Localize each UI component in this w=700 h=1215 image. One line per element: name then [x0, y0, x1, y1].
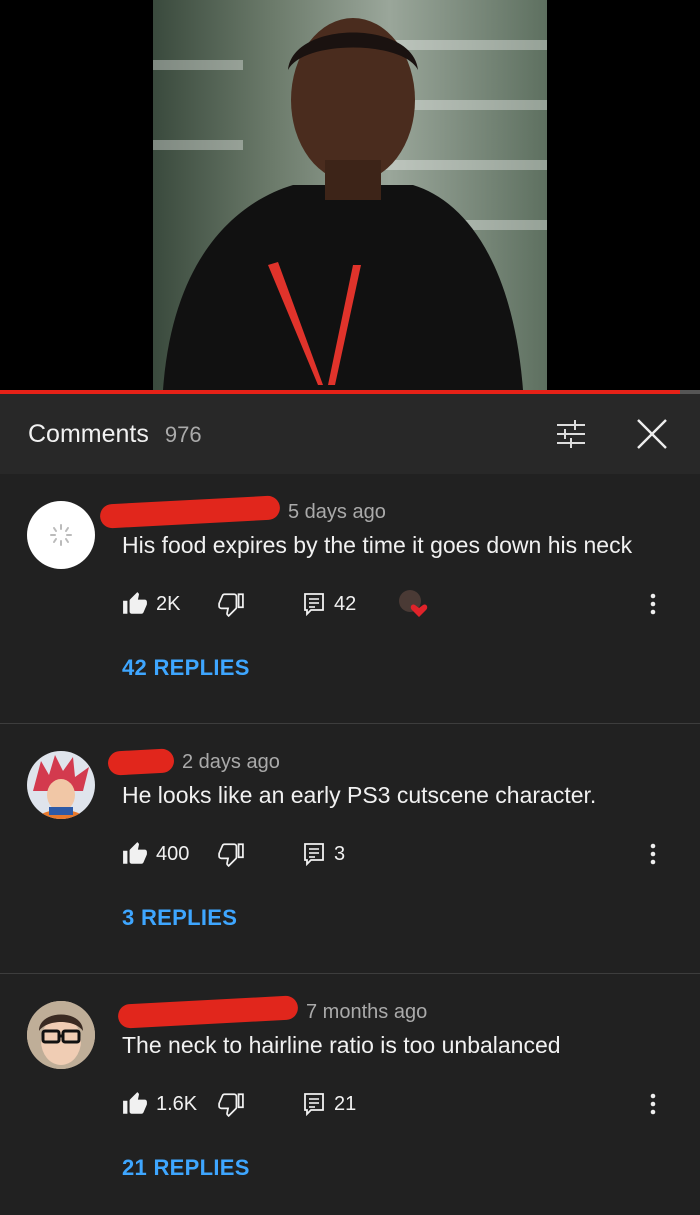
comments-title: Comments: [28, 419, 149, 448]
dislike-icon: [218, 1093, 244, 1117]
comment-text: The neck to hairline ratio is too unbala…: [122, 1032, 561, 1058]
video-frame: [153, 0, 547, 390]
dislike-icon: [218, 593, 244, 617]
more-options-icon[interactable]: [644, 1089, 662, 1119]
comment-text: He looks like an early PS3 cutscene char…: [122, 782, 597, 808]
like-icon: [123, 1092, 147, 1114]
comment-actions: 2K 42: [122, 589, 682, 619]
reply-count: 42: [334, 592, 357, 615]
like-count: 1.6K: [156, 1092, 198, 1115]
reply-icon: [304, 1093, 324, 1116]
view-replies-link[interactable]: 42 REPLIES: [122, 655, 250, 681]
more-options-icon[interactable]: [644, 589, 662, 619]
like-icon: [123, 842, 147, 864]
comment-actions: 400 3: [122, 839, 682, 869]
view-replies-link[interactable]: 3 REPLIES: [122, 905, 237, 931]
comment-meta: 2 days ago: [107, 748, 280, 776]
person-avatar[interactable]: [27, 1001, 95, 1069]
creator-heart-icon: [399, 590, 428, 617]
reply-icon: [304, 843, 324, 866]
comment-meta: 7 months ago: [117, 995, 428, 1029]
close-icon[interactable]: [634, 416, 670, 452]
reply-count: 21: [334, 1092, 357, 1115]
anime-avatar[interactable]: [27, 751, 95, 819]
reply-button[interactable]: 21: [302, 1089, 356, 1119]
like-button[interactable]: 400: [122, 839, 189, 869]
comment-time: 7 months ago: [306, 1000, 428, 1023]
comment-time: 5 days ago: [288, 500, 386, 523]
comment-text: His food expires by the time it goes dow…: [122, 532, 633, 558]
comment-meta: 5 days ago: [99, 495, 386, 529]
redacted-username: [117, 995, 299, 1029]
reply-icon: [304, 593, 324, 616]
dislike-icon: [218, 843, 244, 867]
reply-button[interactable]: 3: [302, 839, 345, 869]
dislike-button[interactable]: [218, 589, 244, 619]
more-options-icon[interactable]: [644, 839, 662, 869]
redacted-username: [107, 748, 175, 776]
comments-count: 976: [164, 422, 202, 447]
like-icon: [123, 592, 147, 614]
loading-avatar[interactable]: [27, 501, 95, 569]
reply-button[interactable]: 42: [302, 589, 356, 619]
comments-header: Comments 976: [0, 394, 700, 474]
comment-item: 5 days ago His food expires by the time …: [0, 474, 700, 724]
comment-actions: 1.6K 21: [122, 1089, 682, 1119]
like-count: 2K: [156, 592, 181, 615]
like-button[interactable]: 1.6K: [122, 1089, 197, 1119]
view-replies-link[interactable]: 21 REPLIES: [122, 1155, 250, 1181]
redacted-username: [99, 495, 281, 529]
comment-item: 7 months ago The neck to hairline ratio …: [0, 974, 700, 1215]
dislike-button[interactable]: [218, 1089, 244, 1119]
comment-item: 2 days ago He looks like an early PS3 cu…: [0, 724, 700, 974]
like-button[interactable]: 2K: [122, 589, 180, 619]
reply-count: 3: [334, 842, 346, 865]
dislike-button[interactable]: [218, 839, 244, 869]
video-player[interactable]: [0, 0, 700, 390]
like-count: 400: [156, 842, 190, 865]
filter-icon[interactable]: [553, 416, 589, 452]
comment-time: 2 days ago: [182, 750, 280, 773]
